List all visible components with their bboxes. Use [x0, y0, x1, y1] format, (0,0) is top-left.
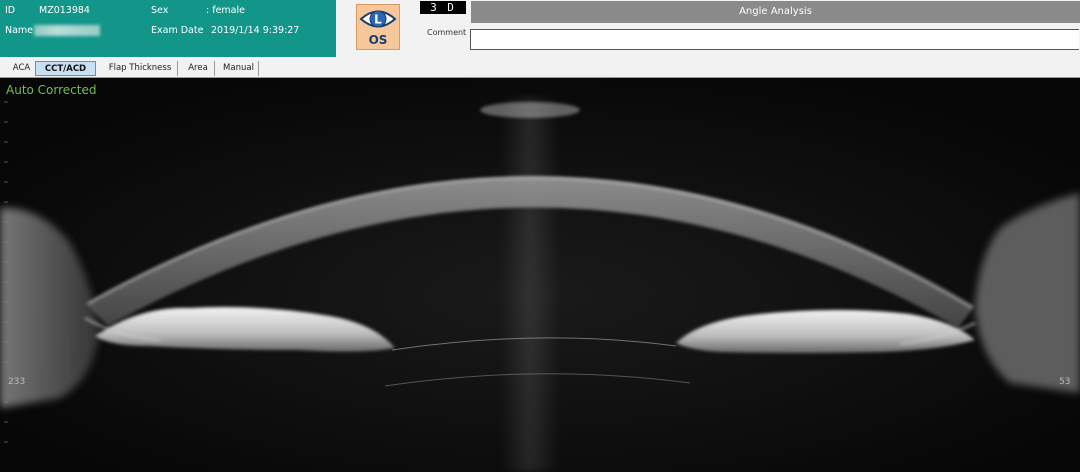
left-angle-marker: 233 [8, 377, 26, 387]
eye-laterality-icon: L [359, 10, 397, 28]
exam-date-value: 2019/1/14 9:39:27 [211, 25, 300, 36]
patient-id-value: MZ013984 [39, 5, 90, 16]
sex-label: Sex [151, 5, 169, 16]
right-angle-marker: 53 [1059, 377, 1071, 387]
id-label: ID [5, 5, 16, 16]
comment-field[interactable] [470, 29, 1079, 50]
analysis-title: Angle Analysis [739, 6, 812, 17]
comment-label: Comment [427, 28, 467, 37]
oct-scan-viewer[interactable]: Auto Corrected 233 53 [0, 78, 1080, 472]
tab-cct-acd[interactable]: CCT/ACD [35, 61, 96, 76]
eye-side-label: OS [368, 33, 388, 47]
exam-date-label: Exam Date [151, 25, 204, 36]
patient-info-panel: ID MZ013984 Name Sex : female Exam Date … [0, 0, 336, 57]
mode-3d-indicator[interactable]: 3 D [420, 1, 466, 14]
anterior-segment-oct-image [0, 78, 1080, 472]
tab-flap-thickness[interactable]: Flap Thickness [103, 61, 178, 76]
tab-manual[interactable]: Manual [219, 61, 259, 76]
eye-laterality-badge[interactable]: L OS [356, 4, 400, 50]
eye-letter: L [374, 13, 382, 27]
analysis-title-bar: Angle Analysis [471, 1, 1080, 23]
tab-aca[interactable]: ACA [8, 61, 35, 76]
tab-area[interactable]: Area [182, 61, 215, 76]
redacted-name-value [34, 25, 100, 36]
analysis-tab-bar: ACA CCT/ACD Flap Thickness Area Manual [0, 59, 1080, 78]
auto-corrected-status: Auto Corrected [6, 83, 97, 97]
name-label: Name [5, 25, 34, 36]
sex-value: : female [206, 5, 245, 16]
